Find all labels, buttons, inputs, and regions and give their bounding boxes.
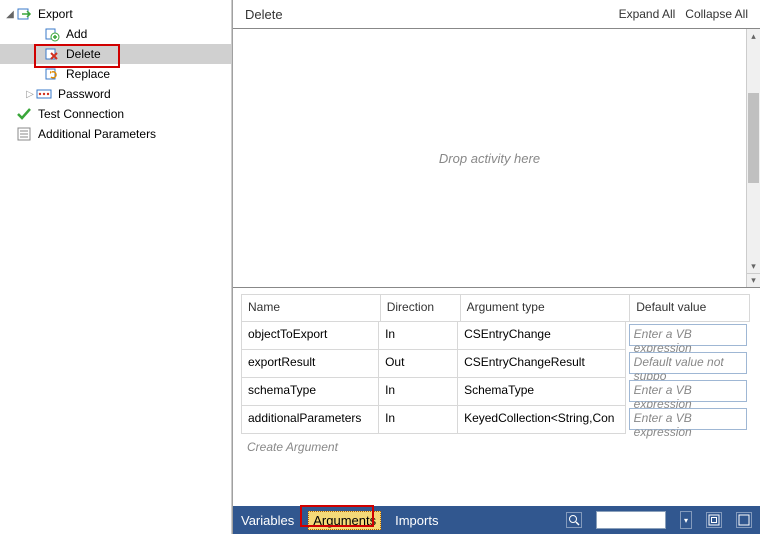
search-icon[interactable] [566, 512, 582, 528]
col-header-direction[interactable]: Direction [381, 294, 461, 322]
arg-type[interactable]: CSEntryChangeResult [458, 350, 626, 378]
scroll-thumb[interactable] [748, 93, 759, 183]
arg-name[interactable]: schemaType [241, 378, 379, 406]
zoom-dropdown-icon[interactable]: ▾ [680, 511, 692, 529]
tree-item-additional-parameters[interactable]: Additional Parameters [0, 124, 231, 144]
scroll-up-icon[interactable]: ▴ [747, 29, 760, 43]
breadcrumb-title[interactable]: Delete [245, 7, 283, 22]
expander-icon[interactable]: ▷ [24, 89, 36, 100]
activity-tree: ◢ Export Add Delete Replace ▷ [0, 0, 232, 534]
tree-item-password[interactable]: ▷ Password [0, 84, 231, 104]
grid-header-row: Name Direction Argument type Default val… [241, 294, 750, 322]
expander-icon[interactable]: ◢ [4, 9, 16, 20]
tree-label: Password [56, 87, 111, 101]
arguments-grid: Name Direction Argument type Default val… [233, 288, 760, 506]
designer-header: Delete Expand All Collapse All [233, 0, 760, 28]
arg-default-input[interactable]: Enter a VB expression [629, 324, 747, 346]
col-header-type[interactable]: Argument type [461, 294, 631, 322]
argument-row[interactable]: additionalParameters In KeyedCollection<… [241, 406, 750, 434]
delete-icon [44, 46, 60, 62]
arg-type[interactable]: SchemaType [458, 378, 626, 406]
arg-direction[interactable]: In [379, 406, 458, 434]
arg-direction[interactable]: Out [379, 350, 458, 378]
app-root: ◢ Export Add Delete Replace ▷ [0, 0, 760, 534]
arg-type[interactable]: CSEntryChange [458, 322, 626, 350]
argument-row[interactable]: exportResult Out CSEntryChangeResult Def… [241, 350, 750, 378]
arg-default-input[interactable]: Default value not suppo [629, 352, 747, 374]
collapse-all-link[interactable]: Collapse All [685, 7, 748, 21]
expand-all-link[interactable]: Expand All [619, 7, 676, 21]
arg-direction[interactable]: In [379, 322, 458, 350]
arg-name[interactable]: exportResult [241, 350, 379, 378]
argument-row[interactable]: schemaType In SchemaType Enter a VB expr… [241, 378, 750, 406]
designer-canvas-wrap: Drop activity here ▴ ▾ ▾ [233, 28, 760, 288]
vertical-scrollbar[interactable]: ▴ ▾ [746, 29, 760, 273]
tree-item-replace[interactable]: Replace [0, 64, 231, 84]
arg-name[interactable]: objectToExport [241, 322, 379, 350]
arg-direction[interactable]: In [379, 378, 458, 406]
col-header-name[interactable]: Name [241, 294, 381, 322]
designer-canvas[interactable]: Drop activity here [233, 29, 746, 287]
check-icon [16, 106, 32, 122]
fit-to-screen-icon[interactable] [706, 512, 722, 528]
replace-icon [44, 66, 60, 82]
col-header-default[interactable]: Default value [630, 294, 750, 322]
tab-imports[interactable]: Imports [395, 513, 438, 528]
arg-default-input[interactable]: Enter a VB expression [629, 380, 747, 402]
tree-item-add[interactable]: Add [0, 24, 231, 44]
create-argument-row[interactable]: Create Argument [241, 434, 750, 460]
tree-label: Replace [64, 67, 110, 81]
tree-item-test-connection[interactable]: Test Connection [0, 104, 231, 124]
tree-label: Additional Parameters [36, 127, 156, 141]
parameters-icon [16, 126, 32, 142]
tab-variables[interactable]: Variables [241, 513, 294, 528]
zoom-input[interactable] [596, 511, 666, 529]
argument-row[interactable]: objectToExport In CSEntryChange Enter a … [241, 322, 750, 350]
designer-footer: Variables Arguments Imports ▾ [233, 506, 760, 534]
tree-item-export[interactable]: ◢ Export [0, 4, 231, 24]
scroll-down-bottom-icon[interactable]: ▾ [746, 273, 760, 287]
arg-name[interactable]: additionalParameters [241, 406, 379, 434]
arg-default-input[interactable]: Enter a VB expression [629, 408, 747, 430]
password-icon [36, 86, 52, 102]
tree-item-delete[interactable]: Delete [0, 44, 231, 64]
tree-label: Test Connection [36, 107, 124, 121]
scroll-track[interactable] [747, 43, 760, 259]
export-icon [16, 6, 32, 22]
drop-activity-hint: Drop activity here [439, 151, 540, 166]
designer-panel: Delete Expand All Collapse All Drop acti… [232, 0, 760, 534]
scroll-down-icon[interactable]: ▾ [747, 259, 760, 273]
arg-type[interactable]: KeyedCollection<String,Con [458, 406, 626, 434]
tree-label: Add [64, 27, 87, 41]
add-icon [44, 26, 60, 42]
tree-label: Delete [64, 47, 101, 61]
tree-label: Export [36, 7, 73, 21]
tab-arguments[interactable]: Arguments [308, 511, 381, 530]
overview-icon[interactable] [736, 512, 752, 528]
